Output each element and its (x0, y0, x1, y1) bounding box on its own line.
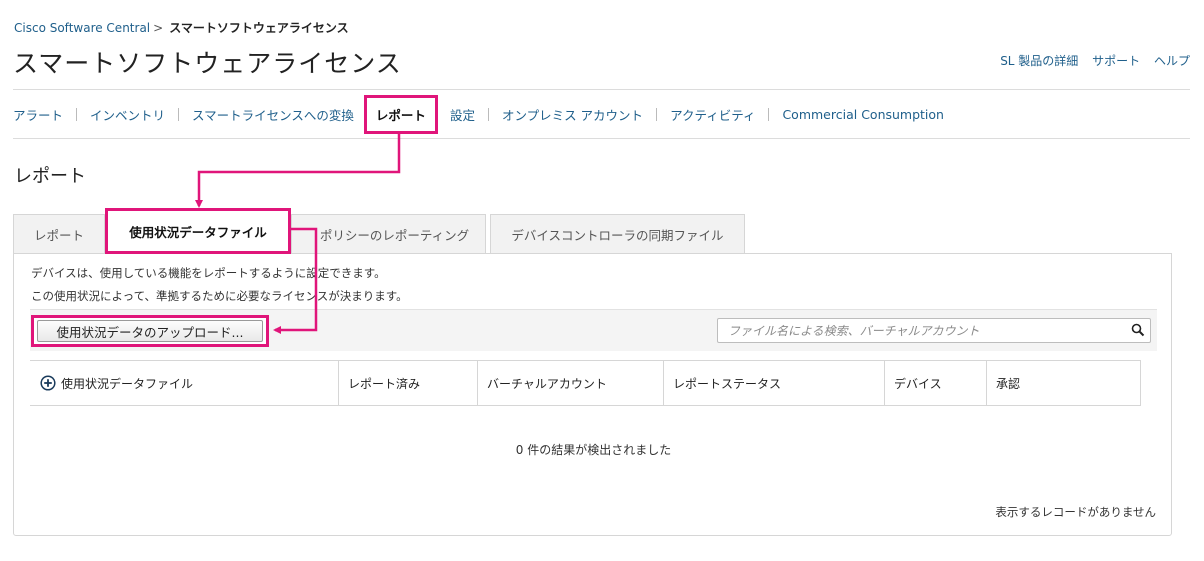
nav-item-on-prem-accounts[interactable]: オンプレミス アカウント (502, 105, 643, 124)
breadcrumb-current: スマートソフトウェアライセンス (169, 21, 349, 35)
nav-separator (768, 108, 770, 121)
upload-usage-data-button[interactable]: 使用状況データのアップロード... (37, 320, 263, 342)
description-line-1: デバイスは、使用している機能をレポートするように設定できます。 (31, 266, 386, 280)
main-nav: アラート インベントリ スマートライセンスへの変換 レポート 設定 オンプレミス… (13, 95, 944, 134)
nav-separator (76, 108, 78, 121)
help-link[interactable]: ヘルプ (1154, 54, 1190, 68)
nav-item-reports[interactable]: レポート (363, 95, 438, 134)
search-icon[interactable] (1131, 323, 1145, 337)
empty-results-message: 0 件の結果が検出されました (515, 443, 672, 457)
nav-item-inventory[interactable]: インベントリ (90, 105, 165, 124)
nav-item-activity[interactable]: アクティビティ (670, 105, 755, 124)
column-header-virtual-account[interactable]: バーチャルアカウント (478, 361, 664, 405)
column-header-reported[interactable]: レポート済み (339, 361, 478, 405)
breadcrumb-separator: > (153, 21, 164, 35)
table-header: 使用状況データファイル レポート済み バーチャルアカウント レポートステータス … (30, 360, 1141, 406)
column-header-acknowledgement[interactable]: 承認 (987, 361, 1141, 405)
nav-separator (487, 108, 489, 121)
column-header-devices[interactable]: デバイス (885, 361, 987, 405)
tab-reports[interactable]: レポート (13, 214, 105, 253)
upload-highlight: 使用状況データのアップロード... (31, 315, 269, 347)
column-header-usage-data-file[interactable]: 使用状況データファイル (30, 361, 339, 405)
nav-item-alerts[interactable]: アラート (13, 105, 63, 124)
breadcrumb: Cisco Software Central > スマートソフトウェアライセンス (14, 19, 349, 36)
search-box (717, 318, 1151, 343)
arrow-reports-to-tab (195, 133, 401, 208)
sl-product-details-link[interactable]: SL 製品の詳細 (1000, 54, 1078, 68)
header-links: SL 製品の詳細 サポート ヘルプ (990, 52, 1190, 69)
usage-data-panel: デバイスは、使用している機能をレポートするように設定できます。 この使用状況によ… (13, 253, 1172, 536)
section-title: レポート (14, 166, 86, 187)
no-records-message: 表示するレコードがありません (995, 505, 1156, 519)
nav-item-settings[interactable]: 設定 (450, 105, 475, 124)
divider (13, 89, 1190, 90)
tab-device-controller-sync-files[interactable]: デバイスコントローラの同期ファイル (490, 214, 745, 253)
report-tabs: レポート 使用状況データファイル ポリシーのレポーティング デバイスコントローラ… (13, 208, 745, 254)
tab-policy-reporting[interactable]: ポリシーのレポーティング (291, 214, 486, 253)
nav-item-commercial-consumption[interactable]: Commercial Consumption (782, 107, 944, 122)
nav-separator (656, 108, 658, 121)
description-line-2: この使用状況によって、準拠するために必要なライセンスが決まります。 (31, 289, 408, 303)
column-label: 使用状況データファイル (61, 376, 194, 391)
nav-item-convert-to-smart-licensing[interactable]: スマートライセンスへの変換 (192, 105, 354, 124)
add-circle-icon[interactable] (40, 375, 56, 391)
search-input[interactable] (718, 319, 1118, 342)
nav-separator (178, 108, 180, 121)
tab-usage-data-files[interactable]: 使用状況データファイル (105, 208, 291, 254)
page-title: スマートソフトウェアライセンス (13, 49, 402, 78)
breadcrumb-link-cisco-software-central[interactable]: Cisco Software Central (14, 21, 150, 35)
support-link[interactable]: サポート (1092, 54, 1140, 68)
divider (13, 138, 1190, 139)
column-header-report-status[interactable]: レポートステータス (664, 361, 885, 405)
